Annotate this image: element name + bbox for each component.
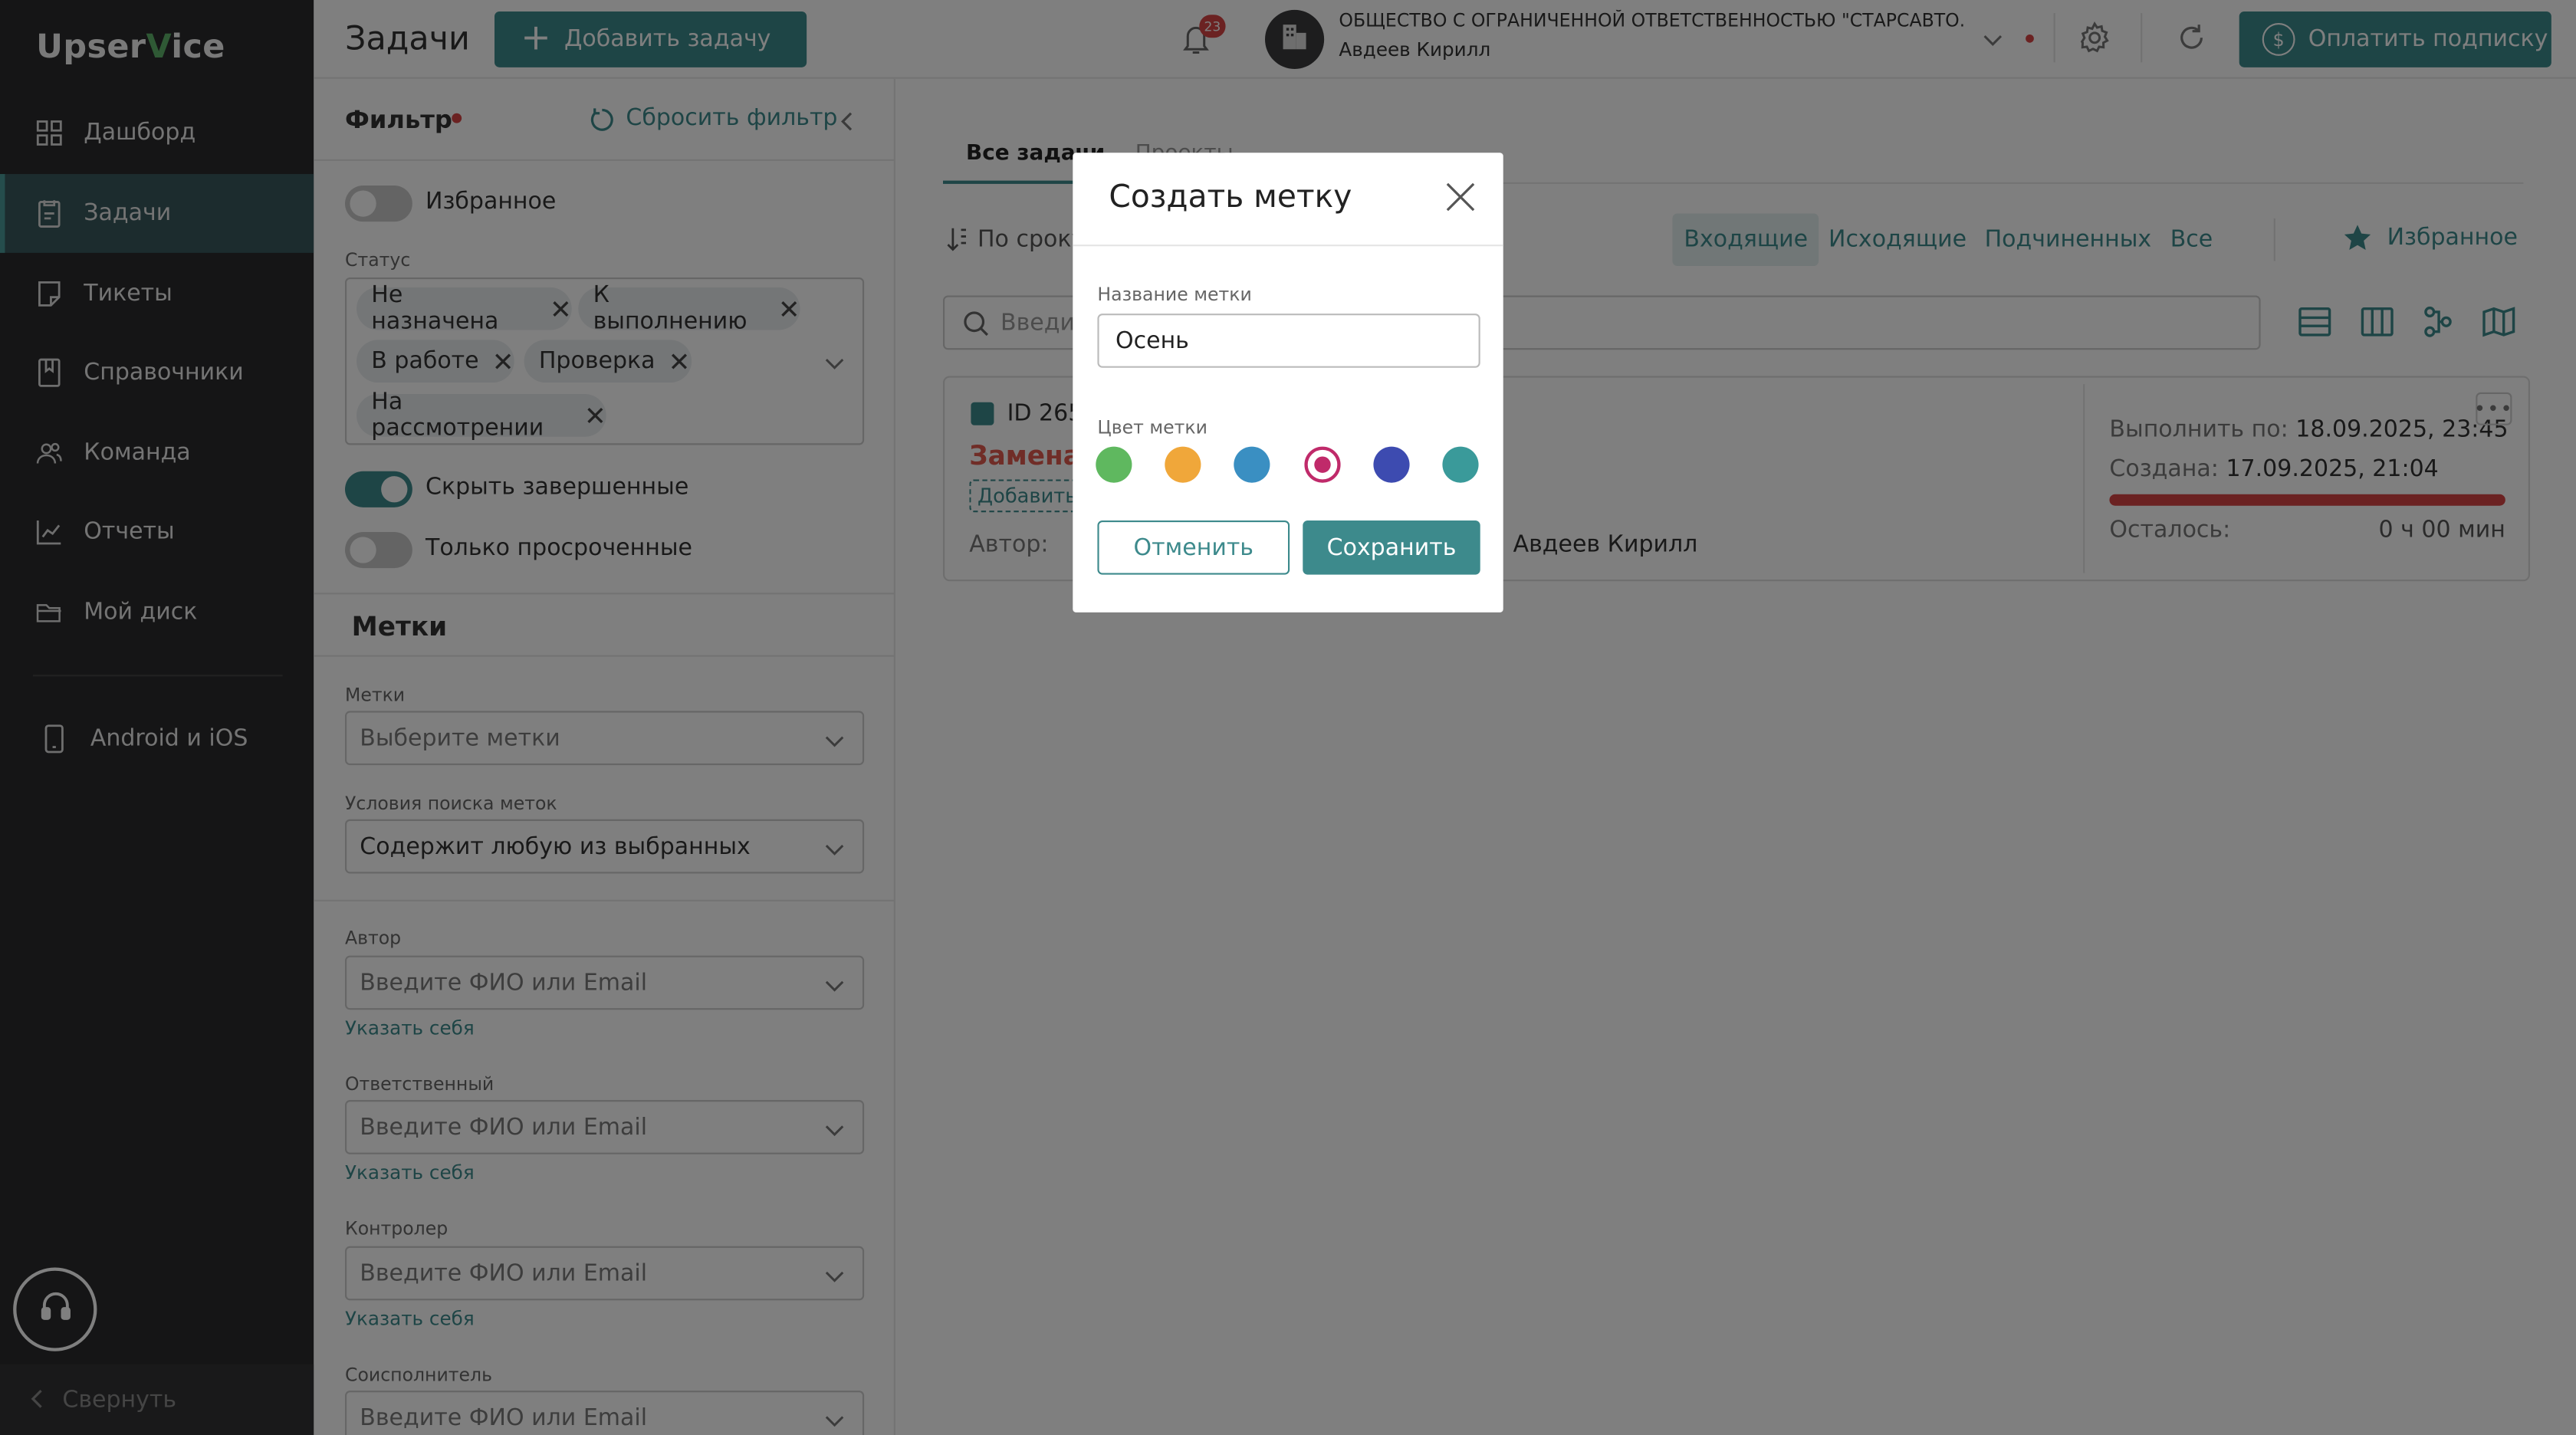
divider — [1073, 245, 1503, 247]
save-button[interactable]: Сохранить — [1303, 520, 1480, 575]
color-swatch-orange[interactable] — [1165, 446, 1201, 483]
color-swatch-magenta[interactable] — [1304, 446, 1341, 483]
color-swatch-blue[interactable] — [1234, 446, 1270, 483]
color-swatch-teal[interactable] — [1442, 446, 1479, 483]
tag-name-label: Название метки — [1097, 284, 1252, 306]
color-swatch-green[interactable] — [1096, 446, 1132, 483]
dialog-title: Создать метку — [1109, 179, 1352, 215]
create-tag-dialog: Создать метку Название метки Осень Цвет … — [1073, 153, 1503, 612]
cancel-button[interactable]: Отменить — [1097, 520, 1290, 575]
color-swatch-indigo[interactable] — [1373, 446, 1410, 483]
close-icon — [1444, 182, 1477, 220]
tag-name-input[interactable]: Осень — [1097, 314, 1480, 368]
app-window: UpserVice Дашборд Задачи Тикеты Справочн… — [0, 0, 2576, 1435]
close-dialog-button[interactable] — [1444, 181, 1477, 220]
tag-color-label: Цвет метки — [1097, 417, 1208, 438]
